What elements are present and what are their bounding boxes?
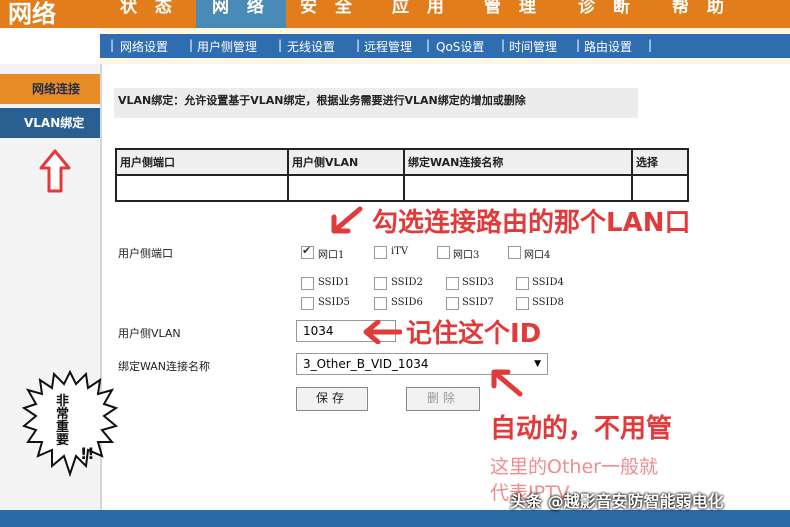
subnav-separator: | xyxy=(189,38,194,52)
table-cell xyxy=(403,174,633,202)
annotation-other-note-1: 这里的Other一般就 xyxy=(490,456,658,478)
table-header-row: 用户侧端口 用户侧VLAN 绑定WAN连接名称 选择 xyxy=(115,148,689,176)
ssid6-checkbox[interactable] xyxy=(374,297,387,310)
port-lan4-label: 网口4 xyxy=(524,250,551,261)
vlan-binding-table: 用户侧端口 用户侧VLAN 绑定WAN连接名称 选择 xyxy=(115,148,689,202)
subnav-network-settings[interactable]: 网络设置 xyxy=(120,38,168,55)
table-cell xyxy=(115,174,289,202)
ssid7-label: SSID7 xyxy=(462,297,494,308)
port-lan3-label: 网口3 xyxy=(453,250,480,261)
bottom-bar xyxy=(0,510,790,527)
annotation-arrow-icon xyxy=(363,320,402,344)
subnav-separator: | xyxy=(278,38,283,52)
wan-connection-label: 绑定WAN连接名称 xyxy=(118,360,211,373)
port-lan4-checkbox[interactable] xyxy=(508,246,521,259)
annotation-arrow-icon xyxy=(491,369,523,397)
ssid3-label: SSID3 xyxy=(462,277,494,288)
subnav-separator: | xyxy=(648,38,653,52)
ssid1-label: SSID1 xyxy=(318,277,350,288)
exclamation-icon: !! xyxy=(80,444,95,463)
table-header: 选择 xyxy=(631,148,689,176)
logo-text: 网络 xyxy=(8,0,56,28)
ssid6-label: SSID6 xyxy=(391,297,423,308)
table-row xyxy=(115,174,689,202)
watermark: 头条 @越影音安防智能弱电化 xyxy=(510,492,724,511)
table-cell xyxy=(287,174,405,202)
ssid8-checkbox[interactable] xyxy=(516,297,529,310)
subnav-separator: | xyxy=(426,38,431,52)
annotation-up-arrow-icon xyxy=(39,149,71,193)
table-header: 用户侧端口 xyxy=(115,148,289,176)
ssid2-checkbox[interactable] xyxy=(374,277,387,290)
ssid1-checkbox[interactable] xyxy=(301,277,314,290)
ssid7-checkbox[interactable] xyxy=(446,297,459,310)
annotation-auto: 自动的，不用管 xyxy=(490,414,673,444)
subnav-separator: | xyxy=(110,38,115,52)
page-description: VLAN绑定：允许设置基于VLAN绑定，根据业务需要进行VLAN绑定的增加或删除 xyxy=(114,88,638,118)
ssid8-label: SSID8 xyxy=(532,297,564,308)
port-itv-label: iTV xyxy=(391,246,409,257)
port-lan1-label: 网口1 xyxy=(318,250,345,261)
nav-tab-diagnosis[interactable]: 诊 断 xyxy=(578,0,648,28)
ssid3-checkbox[interactable] xyxy=(446,277,459,290)
subnav-qos-settings[interactable]: QoS设置 xyxy=(436,38,484,55)
port-itv-checkbox[interactable] xyxy=(374,246,387,259)
subnav-separator: | xyxy=(356,38,361,52)
subnav-user-side-management[interactable]: 用户侧管理 xyxy=(197,38,257,55)
subnav-routing-settings[interactable]: 路由设置 xyxy=(584,38,632,55)
nav-tab-security[interactable]: 安 全 xyxy=(300,0,370,28)
nav-tab-management[interactable]: 管 理 xyxy=(484,0,554,28)
ssid5-label: SSID5 xyxy=(318,297,350,308)
sidebar-item-network-connection[interactable]: 网络连接 xyxy=(0,74,100,104)
subnav-time-management[interactable]: 时间管理 xyxy=(509,38,557,55)
port-lan3-checkbox[interactable] xyxy=(437,246,450,259)
ssid4-label: SSID4 xyxy=(532,277,564,288)
ssid5-checkbox[interactable] xyxy=(301,297,314,310)
ssid4-checkbox[interactable] xyxy=(516,277,529,290)
table-cell xyxy=(631,174,689,202)
delete-button[interactable]: 删除 xyxy=(406,387,480,411)
user-port-label: 用户侧端口 xyxy=(118,247,173,260)
nav-tab-network[interactable]: 网 络 xyxy=(196,0,286,28)
user-vlan-label: 用户侧VLAN xyxy=(118,327,181,340)
table-header: 用户侧VLAN xyxy=(287,148,405,176)
annotation-remember-id: 记住这个ID xyxy=(406,319,542,349)
annotation-arrow-icon xyxy=(331,206,363,234)
table-header: 绑定WAN连接名称 xyxy=(403,148,633,176)
nav-tab-help[interactable]: 帮 助 xyxy=(672,0,742,28)
wan-connection-value: 3_Other_B_VID_1034 xyxy=(303,357,429,371)
important-text: 非常重要 xyxy=(56,394,70,448)
subnav-remote-management[interactable]: 远程管理 xyxy=(364,38,412,55)
subnav-wireless-settings[interactable]: 无线设置 xyxy=(287,38,335,55)
subnav-separator: | xyxy=(501,38,506,52)
logo: 网络 xyxy=(0,0,100,28)
nav-tab-status[interactable]: 状 态 xyxy=(110,0,195,28)
ssid2-label: SSID2 xyxy=(391,277,423,288)
save-button[interactable]: 保存 xyxy=(296,387,368,411)
nav-tab-application[interactable]: 应 用 xyxy=(392,0,462,28)
subnav-separator: | xyxy=(576,38,581,52)
dropdown-arrow-icon: ▼ xyxy=(534,359,541,369)
annotation-tick-lan: 勾选连接路由的那个LAN口 xyxy=(372,208,691,238)
sidebar-item-vlan-binding[interactable]: VLAN绑定 xyxy=(0,108,100,138)
port-lan1-checkbox[interactable] xyxy=(301,244,314,259)
